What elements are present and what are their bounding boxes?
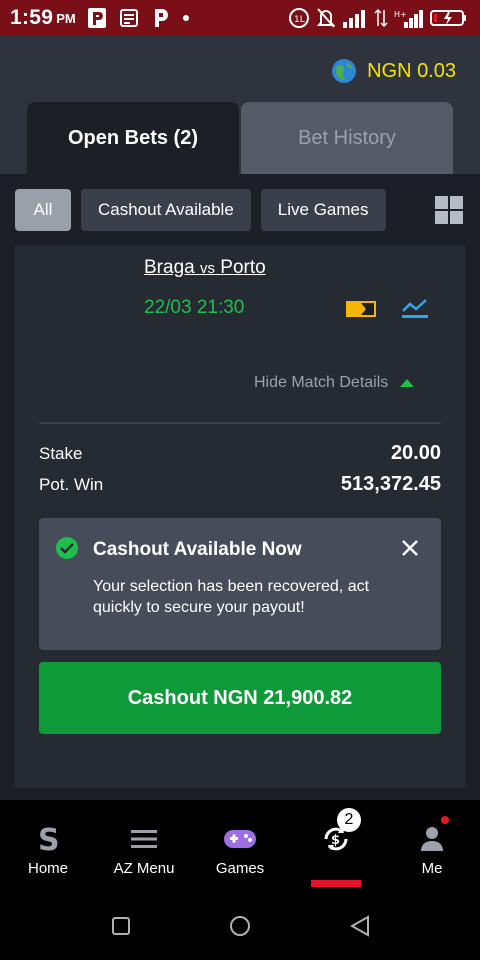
system-nav-bar [0,896,480,960]
news-icon [119,9,138,27]
hide-match-details-button[interactable]: Hide Match Details [254,374,415,392]
cashout-button[interactable]: Cashout NGN 21,900.82 [39,662,441,734]
globe-icon [332,59,357,83]
open-bets-badge: 2 [337,808,361,832]
user-icon [421,827,443,851]
nav-games[interactable]: Games [192,800,288,896]
hamburger-icon [131,830,157,848]
home-logo-icon: S [38,824,60,854]
tab-bet-history[interactable]: Bet History [241,102,453,174]
dot-icon [182,15,189,21]
battery-icon [430,10,466,26]
signal-icon [343,10,365,28]
status-time: 1:59 [10,6,54,29]
nav-me[interactable]: Me [384,800,480,896]
grid-view-icon[interactable] [435,196,463,224]
potwin-row: Pot. Win 513,372.45 [39,473,441,496]
live-stream-icon[interactable] [345,299,377,319]
status-ampm: PM [56,10,76,26]
nav-home-label: Home [27,860,68,877]
svg-text:H+: H+ [394,10,407,19]
bottom-nav: S Home AZ Menu Games $ 2 Me [0,800,480,896]
balance-amount: NGN 0.03 [367,59,456,82]
notification-dot [441,816,449,824]
active-tab-indicator [311,880,361,887]
top-bar: NGN 0.03 [0,36,480,102]
p-app-icon-2 [154,9,168,27]
bet-tabs: Open Bets (2) Bet History [0,102,480,174]
tab-open-bets[interactable]: Open Bets (2) [27,102,239,174]
nav-open-bets[interactable]: $ 2 [288,800,384,896]
nav-home[interactable]: S Home [0,800,96,896]
triangle-up-icon [400,379,415,387]
svg-text:1L: 1L [294,15,305,25]
p-app-icon [87,8,106,28]
svg-text:$: $ [331,833,340,848]
filter-bar: All Cashout Available Live Games [15,189,386,231]
vs-label: vs [199,260,215,277]
back-triangle-icon[interactable] [349,915,371,937]
nav-games-label: Games [215,860,265,877]
filter-live-button[interactable]: Live Games [260,189,386,231]
divider [39,422,441,424]
svg-text:S: S [38,824,60,854]
notice-text: Your selection has been recovered, act q… [93,578,370,616]
home-team: Braga [144,257,195,278]
gamepad-icon [224,830,256,848]
filter-all-button[interactable]: All [15,189,71,231]
data-saver-icon: 1L [289,8,309,28]
stake-row: Stake 20.00 [39,442,441,465]
match-title[interactable]: Braga vs Porto [144,257,266,279]
check-circle-icon [56,537,78,559]
nav-az-menu[interactable]: AZ Menu [96,800,192,896]
close-icon[interactable] [401,539,419,557]
hide-details-label: Hide Match Details [254,374,389,391]
stake-label: Stake [39,443,83,463]
notice-title: Cashout Available Now [93,539,302,560]
recent-apps-icon[interactable] [111,916,131,936]
status-bar: 1:59 PM 1L H+ [0,0,480,36]
cashout-notice: Cashout Available Now Your selection has… [39,518,441,650]
nav-me-label: Me [421,860,443,877]
potwin-value: 513,372.45 [340,473,441,495]
signal-icon-2: H+ [394,10,423,28]
away-team: Porto [220,257,266,278]
mute-icon [316,8,336,28]
filter-cashout-button[interactable]: Cashout Available [81,189,251,231]
match-date: 22/03 21:30 [144,297,245,318]
home-circle-icon[interactable] [229,915,251,937]
potwin-label: Pot. Win [39,474,104,494]
balance[interactable]: NGN 0.03 [331,58,456,84]
data-arrows-icon [374,8,388,28]
nav-az-label: AZ Menu [113,860,175,877]
stats-chart-icon[interactable] [401,297,429,319]
stake-value: 20.00 [390,442,441,464]
